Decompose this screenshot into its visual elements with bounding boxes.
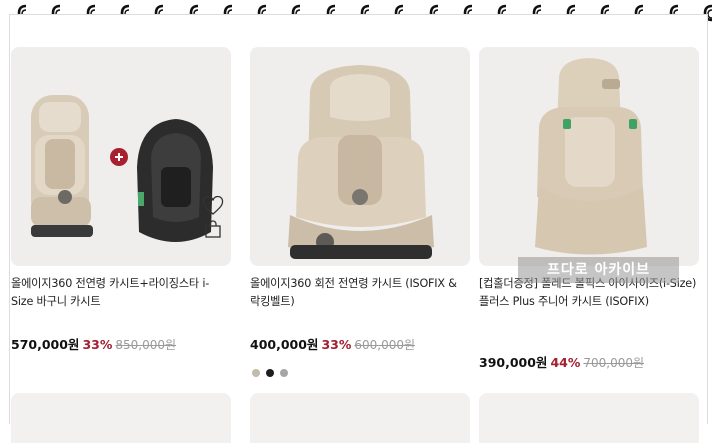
product-title[interactable]: 올에이지360 전연령 카시트+라이징스타 i-Size 바구니 카시트 bbox=[11, 275, 231, 311]
car-seat-image bbox=[288, 65, 434, 259]
original-price: 600,000원 bbox=[354, 338, 416, 352]
color-swatch-gray[interactable] bbox=[280, 369, 288, 377]
color-swatch-black[interactable] bbox=[266, 369, 274, 377]
original-price: 700,000원 bbox=[583, 356, 645, 370]
product-thumbnail[interactable] bbox=[479, 47, 699, 266]
booster-seat-image bbox=[535, 58, 647, 255]
discount-rate: 33% bbox=[321, 337, 352, 352]
product-title[interactable]: 올에이지360 회전 전연령 카시트 (ISOFIX & 락킹벨트) bbox=[250, 275, 470, 311]
sale-price: 400,000원 bbox=[250, 337, 319, 352]
heart-icon[interactable] bbox=[202, 196, 224, 216]
product-card-next-row[interactable] bbox=[479, 393, 699, 443]
color-swatches bbox=[252, 362, 294, 377]
product-card-next-row[interactable] bbox=[11, 393, 231, 443]
product-card-next-row[interactable] bbox=[250, 393, 470, 443]
color-swatch-beige[interactable] bbox=[252, 369, 260, 377]
sale-price: 390,000원 bbox=[479, 355, 548, 370]
price-row: 570,000원 33% 850,000원 bbox=[11, 336, 231, 354]
discount-rate: 44% bbox=[550, 355, 581, 370]
discount-rate: 33% bbox=[82, 337, 113, 352]
price-row: 400,000원 33% 600,000원 bbox=[250, 336, 470, 354]
original-price: 850,000원 bbox=[115, 338, 177, 352]
shopping-bag-icon[interactable] bbox=[203, 219, 223, 239]
price-row: 390,000원 44% 700,000원 bbox=[479, 354, 699, 372]
product-thumbnail[interactable] bbox=[250, 47, 470, 266]
watermark-label: 프다로 아카이브 bbox=[518, 257, 679, 283]
sale-price: 570,000원 bbox=[11, 337, 80, 352]
product-thumbnail[interactable] bbox=[11, 47, 231, 266]
car-seat-bundle-image bbox=[31, 95, 213, 242]
